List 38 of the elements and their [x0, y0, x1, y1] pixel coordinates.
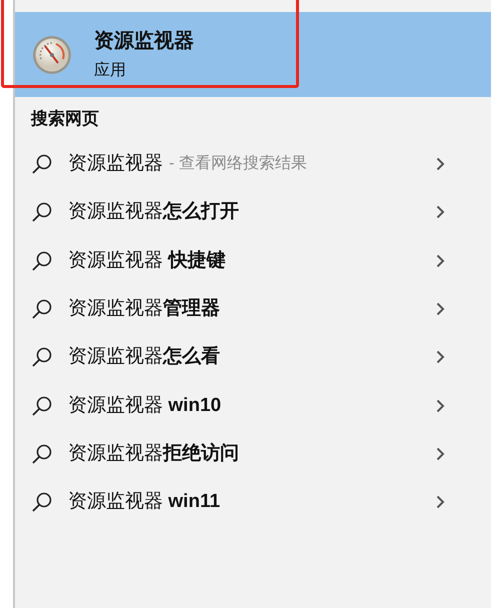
- search-suggestion[interactable]: 资源监视器 win11: [15, 478, 491, 526]
- suggestion-text: 资源监视器 win10: [68, 394, 222, 418]
- suggestion-text: 资源监视器怎么看: [68, 344, 220, 370]
- suggestion-text: 资源监视器: [68, 152, 163, 176]
- search-icon: [31, 491, 53, 514]
- search-suggestion[interactable]: 资源监视器怎么打开: [15, 188, 491, 237]
- app-type: 应用: [94, 60, 127, 80]
- search-icon: [31, 442, 53, 465]
- suggestion-text: 资源监视器拒绝访问: [68, 442, 239, 466]
- search-suggestion[interactable]: 资源监视器怎么看: [15, 333, 491, 382]
- chevron-right-icon: [436, 350, 445, 364]
- chevron-right-icon: [436, 495, 445, 510]
- search-icon: [31, 250, 53, 272]
- suggestion-text: 资源监视器 win11: [68, 490, 220, 514]
- section-heading: 搜索网页: [31, 108, 100, 130]
- search-icon: [31, 201, 53, 224]
- chevron-right-icon: [436, 446, 445, 461]
- chevron-right-icon: [436, 157, 445, 172]
- suggestion-hint: - 查看网络搜索结果: [169, 154, 307, 174]
- chevron-right-icon: [436, 205, 445, 220]
- search-suggestion[interactable]: 资源监视器 - 查看网络搜索结果: [15, 140, 491, 188]
- app-title: 资源监视器: [94, 28, 194, 54]
- chevron-right-icon: [436, 254, 445, 268]
- search-suggestion[interactable]: 资源监视器 快捷键: [15, 236, 491, 285]
- search-icon: [31, 298, 53, 320]
- search-suggestion[interactable]: 资源监视器拒绝访问: [15, 430, 491, 478]
- search-suggestion[interactable]: 资源监视器管理器: [15, 284, 491, 334]
- search-suggestion[interactable]: 资源监视器 win10: [15, 381, 491, 430]
- search-icon: [31, 153, 53, 176]
- suggestion-text: 资源监视器 快捷键: [68, 248, 226, 273]
- chevron-right-icon: [436, 398, 445, 413]
- chevron-right-icon: [436, 302, 445, 316]
- best-match-item[interactable]: 资源监视器 应用: [15, 12, 491, 97]
- search-icon: [31, 346, 53, 368]
- suggestion-text: 资源监视器怎么打开: [68, 200, 239, 224]
- gauge-icon: [32, 34, 72, 74]
- search-icon: [31, 394, 53, 417]
- suggestion-text: 资源监视器管理器: [68, 297, 220, 322]
